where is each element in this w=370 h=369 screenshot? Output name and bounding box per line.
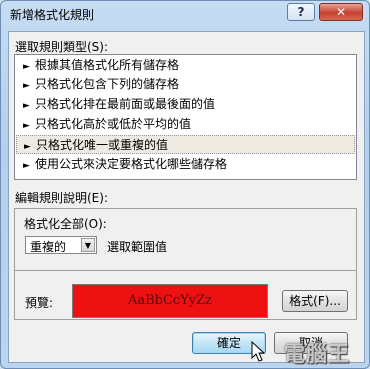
preview-label: 預覽:: [25, 296, 54, 310]
duplicate-unique-dropdown[interactable]: 重複的 ▼: [25, 236, 97, 254]
rule-item-label: 只格式化排在最前面或最後面的值: [35, 97, 216, 111]
watermark-logo: 電腦王: [284, 342, 350, 366]
selection-values-label: 選取範圍值: [107, 240, 168, 254]
help-button[interactable]: ?: [287, 3, 315, 21]
rule-type-list[interactable]: ► 根據其值格式化所有儲存格 ► 只格式化包含下列的儲存格 ► 只格式化排在最前面或最…: [14, 54, 357, 180]
dialog-title: 新增格式化規則: [10, 8, 95, 22]
rule-item-above-below-average[interactable]: ► 只格式化高於或低於平均的值: [16, 115, 355, 134]
triangle-bullet-icon: ►: [23, 121, 30, 131]
triangle-bullet-icon: ►: [23, 161, 30, 171]
title-bar: 新增格式化規則 ? ✕: [1, 1, 369, 27]
dropdown-value: 重複的: [30, 240, 67, 254]
rule-item-label: 只格式化包含下列的儲存格: [35, 77, 180, 91]
edit-rule-label: 編輯規則說明(E):: [15, 191, 108, 205]
triangle-bullet-icon: ►: [23, 81, 30, 91]
rule-item-top-bottom[interactable]: ► 只格式化排在最前面或最後面的值: [16, 95, 355, 114]
format-all-label: 格式化全部(O):: [24, 217, 107, 231]
rule-item-label: 使用公式來決定要格式化哪些儲存格: [35, 157, 228, 171]
rule-item-unique-duplicate[interactable]: ► 只格式化唯一或重複的值: [16, 135, 355, 154]
format-button[interactable]: 格式(F)...: [282, 290, 348, 312]
format-preview: AaBbCcYyZz: [72, 284, 268, 318]
dialog-body: 選取規則類型(S): ► 根據其值格式化所有儲存格 ► 只格式化包含下列的儲存格 ►…: [8, 31, 365, 363]
rule-item-cells-containing[interactable]: ► 只格式化包含下列的儲存格: [16, 75, 355, 94]
chevron-down-icon[interactable]: ▼: [81, 238, 95, 252]
rule-item-label: 只格式化高於或低於平均的值: [35, 117, 192, 131]
divider: [15, 270, 356, 271]
mouse-pointer-icon: [251, 341, 265, 362]
close-button[interactable]: ✕: [319, 3, 363, 21]
rule-item-use-formula[interactable]: ► 使用公式來決定要格式化哪些儲存格: [16, 155, 355, 174]
rule-item-label: 根據其值格式化所有儲存格: [35, 58, 180, 72]
rule-type-label: 選取規則類型(S):: [15, 40, 109, 54]
new-formatting-rule-dialog: 新增格式化規則 ? ✕ 選取規則類型(S): ► 根據其值格式化所有儲存格 ► 只格…: [0, 0, 370, 369]
rule-item-format-all-cells[interactable]: ► 根據其值格式化所有儲存格: [16, 56, 355, 75]
edit-rule-panel: 格式化全部(O): 重複的 ▼ 選取範圍值 預覽: AaBbCcYyZz 格式(…: [14, 208, 357, 320]
rule-item-label: 只格式化唯一或重複的值: [36, 138, 169, 152]
triangle-bullet-icon: ►: [23, 101, 30, 111]
